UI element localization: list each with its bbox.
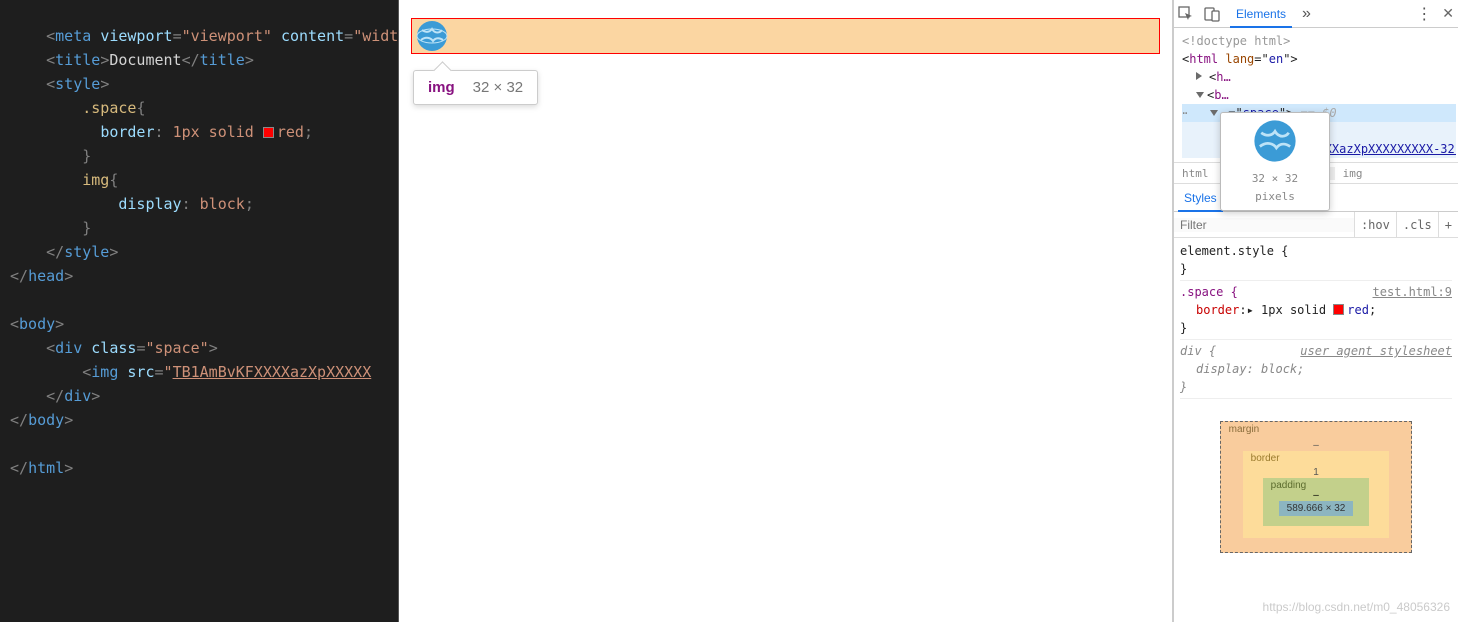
source-link[interactable]: test.html:9: [1373, 283, 1452, 301]
doctype-node: <!doctype html>: [1182, 32, 1456, 50]
tab-elements[interactable]: Elements: [1230, 0, 1292, 28]
space-div[interactable]: [411, 18, 1160, 54]
globe-icon: [416, 20, 448, 52]
device-icon[interactable]: [1204, 6, 1220, 22]
code-editor[interactable]: <meta viewport="viewport" content="width…: [0, 0, 398, 622]
cls-button[interactable]: .cls: [1396, 212, 1438, 237]
title-text: Document: [109, 51, 181, 69]
bc-html[interactable]: html: [1174, 167, 1217, 180]
close-icon[interactable]: ✕: [1442, 5, 1454, 22]
inspect-icon[interactable]: [1178, 6, 1194, 22]
bc-img[interactable]: img: [1335, 167, 1371, 180]
dom-tree[interactable]: <!doctype html> <html lang="en"> <h… <b……: [1174, 28, 1458, 162]
box-model: margin – border 1 padding– 589.666 × 32: [1174, 401, 1458, 622]
dom-image-tooltip: 32 × 32 pixels: [1220, 112, 1330, 211]
devtools-panel: Elements » ⋮ ✕ <!doctype html> <html lan…: [1173, 0, 1458, 622]
globe-icon: [1253, 119, 1297, 163]
tooltip-tag: img: [428, 79, 455, 96]
tab-styles[interactable]: Styles: [1178, 184, 1223, 212]
add-rule-icon[interactable]: +: [1438, 212, 1458, 237]
css-rules[interactable]: element.style { } .space {test.html:9 bo…: [1174, 238, 1458, 401]
browser-preview: img 32 × 32: [398, 0, 1173, 622]
watermark: https://blog.csdn.net/m0_48056326: [1263, 600, 1450, 614]
hov-button[interactable]: :hov: [1354, 212, 1396, 237]
more-tabs-icon[interactable]: »: [1302, 5, 1311, 23]
devtools-tabs: Elements » ⋮ ✕: [1174, 0, 1458, 28]
tooltip-dimensions: 32 × 32: [473, 79, 523, 96]
styles-filter-input[interactable]: [1174, 218, 1354, 232]
kebab-icon[interactable]: ⋮: [1416, 4, 1432, 24]
inspector-tooltip: img 32 × 32: [413, 70, 538, 105]
